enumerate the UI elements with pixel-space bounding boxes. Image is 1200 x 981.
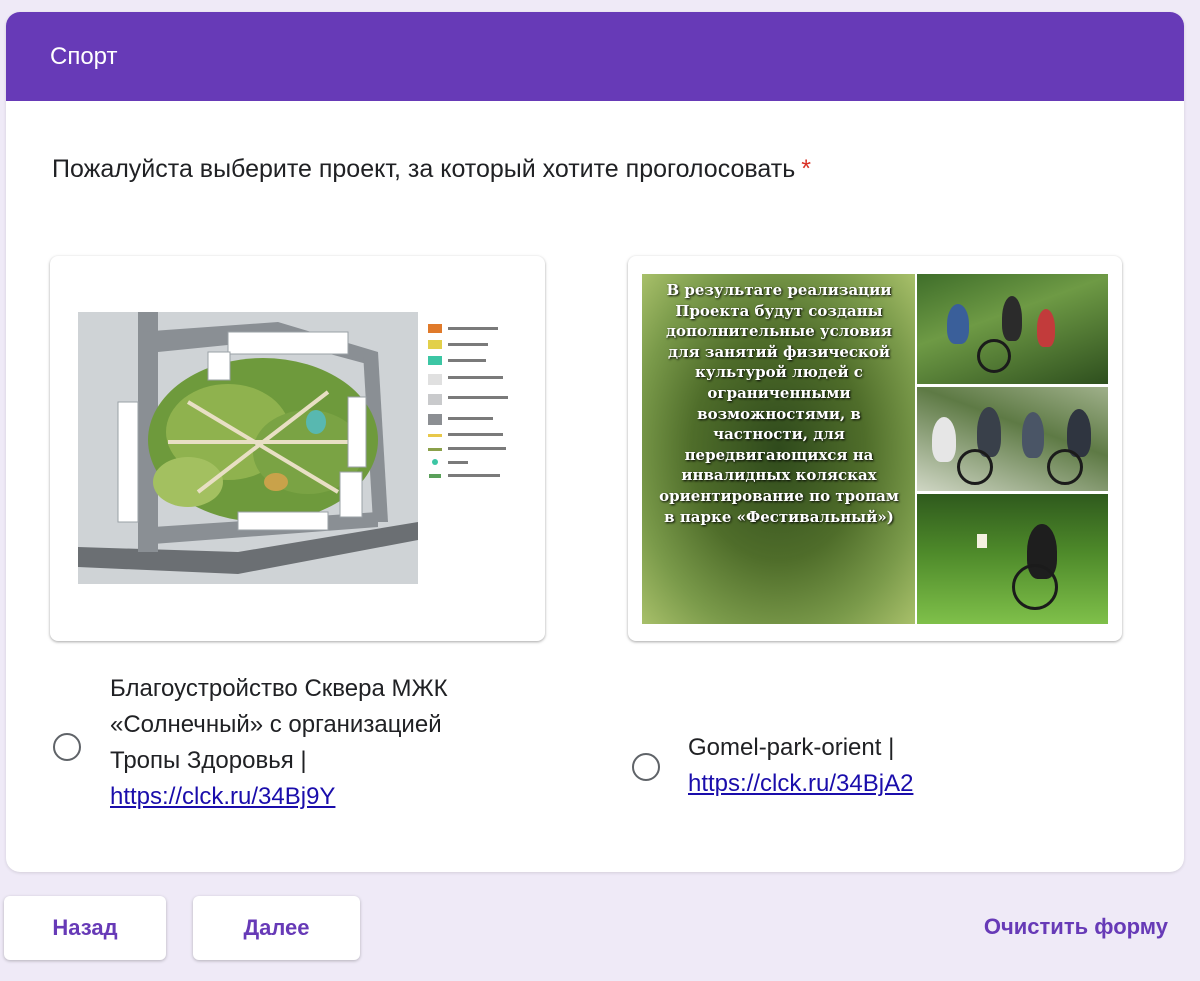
project-collage-image: В результате реализации Проекта будут со… — [642, 274, 1108, 624]
clear-form-button[interactable]: Очистить форму — [984, 914, 1168, 940]
question-text: Пожалуйста выберите проект, за который х… — [52, 155, 796, 183]
option-1-title-line: Благоустройство Сквера МЖК — [110, 675, 448, 702]
collage-text-panel: В результате реализации Проекта будут со… — [642, 274, 915, 624]
option-2-image-card[interactable]: В результате реализации Проекта будут со… — [628, 256, 1122, 641]
option-2-radio[interactable] — [632, 753, 660, 781]
park-plan-image — [78, 312, 518, 584]
caption-line: ограниченными — [707, 383, 851, 402]
collage-photos — [917, 274, 1108, 624]
question-title: Пожалуйста выберите проект, за который х… — [52, 155, 811, 184]
caption-line: дополнительные условия — [666, 322, 892, 341]
caption-line: передвигающихся на — [684, 445, 874, 464]
caption-line: в парке «Фестивальный») — [664, 507, 894, 526]
photo-seated-group — [917, 387, 1108, 491]
option-1-title-line: «Солнечный» с организацией — [110, 711, 442, 738]
caption-line: для занятий физической — [668, 342, 890, 361]
section-title: Спорт — [50, 42, 118, 70]
option-2-title-line: Gomel-park-orient | — [688, 734, 895, 761]
caption-line: Проекта будут созданы — [675, 301, 883, 320]
option-1-radio[interactable] — [53, 733, 81, 761]
option-2-link[interactable]: https://clck.ru/34BjA2 — [688, 770, 913, 797]
next-button[interactable]: Далее — [193, 896, 360, 960]
photo-wheelchair-user — [917, 494, 1108, 624]
collage-caption: В результате реализации Проекта будут со… — [644, 280, 914, 527]
back-button[interactable]: Назад — [4, 896, 166, 960]
caption-line: частности, для — [713, 425, 845, 444]
caption-line: В результате реализации — [666, 281, 892, 299]
caption-line: ориентирование по тропам — [659, 486, 899, 505]
section-header: Спорт — [6, 12, 1184, 101]
option-2-label: Gomel-park-orient | https://clck.ru/34Bj… — [688, 730, 1088, 802]
option-1-label: Благоустройство Сквера МЖК «Солнечный» с… — [110, 671, 530, 815]
caption-line: инвалидных колясках — [681, 466, 877, 485]
form-section-card: Спорт Пожалуйста выберите проект, за кот… — [6, 12, 1184, 872]
photo-park-group — [917, 274, 1108, 384]
caption-line: культурой людей с — [695, 363, 863, 382]
required-asterisk: * — [801, 155, 811, 183]
option-1-title-line: Тропы Здоровья | — [110, 747, 307, 774]
option-1-image-card[interactable] — [50, 256, 545, 641]
option-1-link[interactable]: https://clck.ru/34Bj9Y — [110, 783, 335, 810]
caption-line: возможностями, в — [697, 404, 861, 423]
